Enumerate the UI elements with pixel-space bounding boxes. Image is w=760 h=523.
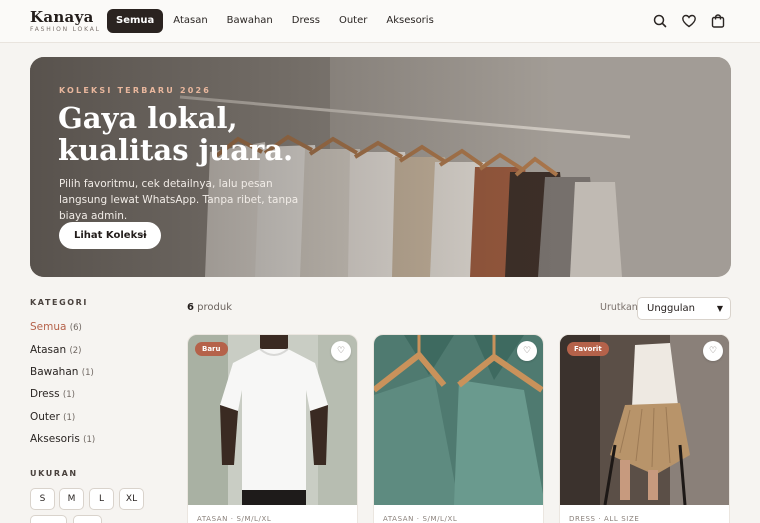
size-button-more-1[interactable] xyxy=(30,515,67,523)
category-heading: KATEGORI xyxy=(30,298,88,307)
size-button-l[interactable]: L xyxy=(89,488,114,510)
category-label: Atasan xyxy=(30,344,67,356)
top-header: Kanaya FASHION LOKAL Semua Atasan Bawaha… xyxy=(0,0,760,43)
category-item-dress[interactable]: Dress (1) xyxy=(30,388,75,400)
category-item-aksesoris[interactable]: Aksesoris (1) xyxy=(30,433,95,445)
nav-item-semua[interactable]: Semua xyxy=(107,9,164,33)
size-heading: UKURAN xyxy=(30,469,78,478)
product-badge-favorite: Favorit xyxy=(567,342,609,356)
product-meta: ATASAN · S/M/L/XL xyxy=(383,515,458,523)
search-icon[interactable] xyxy=(652,13,668,29)
category-label: Semua xyxy=(30,321,67,333)
brand-logo[interactable]: Kanaya FASHION LOKAL xyxy=(30,9,101,33)
heart-icon[interactable]: ♡ xyxy=(703,341,723,361)
sort-selected-value: Unggulan xyxy=(647,303,695,314)
product-meta: ATASAN · S/M/L/XL xyxy=(197,515,272,523)
category-label: Outer xyxy=(30,411,60,423)
sort-select[interactable]: Unggulan ▼ xyxy=(637,297,731,320)
bag-icon[interactable] xyxy=(710,13,726,29)
brand-tagline: FASHION LOKAL xyxy=(30,26,101,33)
category-item-semua[interactable]: Semua (6) xyxy=(30,321,82,333)
category-label: Dress xyxy=(30,388,60,400)
category-count: (2) xyxy=(69,346,82,356)
category-item-bawahan[interactable]: Bawahan (1) xyxy=(30,366,94,378)
nav-item-bawahan[interactable]: Bawahan xyxy=(218,9,282,33)
product-image xyxy=(188,335,357,505)
category-count: (1) xyxy=(81,368,94,378)
category-count: (1) xyxy=(63,413,76,423)
category-count: (1) xyxy=(62,390,75,400)
hero-title-line-2: kualitas juara. xyxy=(58,133,294,167)
product-count-label: produk xyxy=(197,302,232,313)
heart-icon[interactable] xyxy=(681,13,697,29)
product-card[interactable]: ♡ ATASAN · S/M/L/XL xyxy=(373,334,544,523)
product-meta: DRESS · ALL SIZE xyxy=(569,515,640,523)
main-nav: Semua Atasan Bawahan Dress Outer Aksesor… xyxy=(107,9,444,33)
heart-icon[interactable]: ♡ xyxy=(517,341,537,361)
category-label: Bawahan xyxy=(30,366,79,378)
sort-label: Urutkan xyxy=(600,302,638,313)
chevron-down-icon: ▼ xyxy=(716,304,723,313)
nav-item-dress[interactable]: Dress xyxy=(283,9,329,33)
hero-title: Gaya lokal, kualitas juara. xyxy=(58,102,358,166)
hero-eyebrow: KOLEKSI TERBARU 2026 xyxy=(59,86,212,95)
arrow-right-icon: → xyxy=(138,230,147,241)
white-tshirt-photo xyxy=(188,335,357,505)
product-card[interactable]: Favorit ♡ DRESS · ALL SIZE xyxy=(559,334,730,523)
category-item-atasan[interactable]: Atasan (2) xyxy=(30,344,82,356)
view-collection-button[interactable]: Lihat Koleksi → xyxy=(59,222,161,249)
product-image xyxy=(560,335,729,505)
product-card[interactable]: Baru ♡ ATASAN · S/M/L/XL xyxy=(187,334,358,523)
view-collection-label: Lihat Koleksi xyxy=(74,230,147,241)
size-button-more-2[interactable] xyxy=(73,515,102,523)
nav-item-outer[interactable]: Outer xyxy=(330,9,376,33)
hero-subtitle: Pilih favoritmu, cek detailnya, lalu pes… xyxy=(59,178,299,222)
category-item-outer[interactable]: Outer (1) xyxy=(30,411,75,423)
hero-banner: KOLEKSI TERBARU 2026 Gaya lokal, kualita… xyxy=(30,57,731,277)
nav-item-atasan[interactable]: Atasan xyxy=(164,9,216,33)
green-shirts-on-hangers-photo xyxy=(374,335,543,505)
brand-name: Kanaya xyxy=(30,8,94,26)
size-button-m[interactable]: M xyxy=(59,488,84,510)
pleated-skirt-photo xyxy=(560,335,729,505)
product-count-number: 6 xyxy=(187,302,194,313)
nav-item-aksesoris[interactable]: Aksesoris xyxy=(377,9,442,33)
hero-title-line-1: Gaya lokal, xyxy=(58,101,238,135)
size-button-xl[interactable]: XL xyxy=(119,488,144,510)
category-count: (6) xyxy=(69,323,82,333)
heart-icon[interactable]: ♡ xyxy=(331,341,351,361)
product-image xyxy=(374,335,543,505)
size-button-s[interactable]: S xyxy=(30,488,55,510)
category-count: (1) xyxy=(83,435,96,445)
product-badge-new: Baru xyxy=(195,342,228,356)
product-count: 6 produk xyxy=(187,302,232,313)
category-label: Aksesoris xyxy=(30,433,80,445)
